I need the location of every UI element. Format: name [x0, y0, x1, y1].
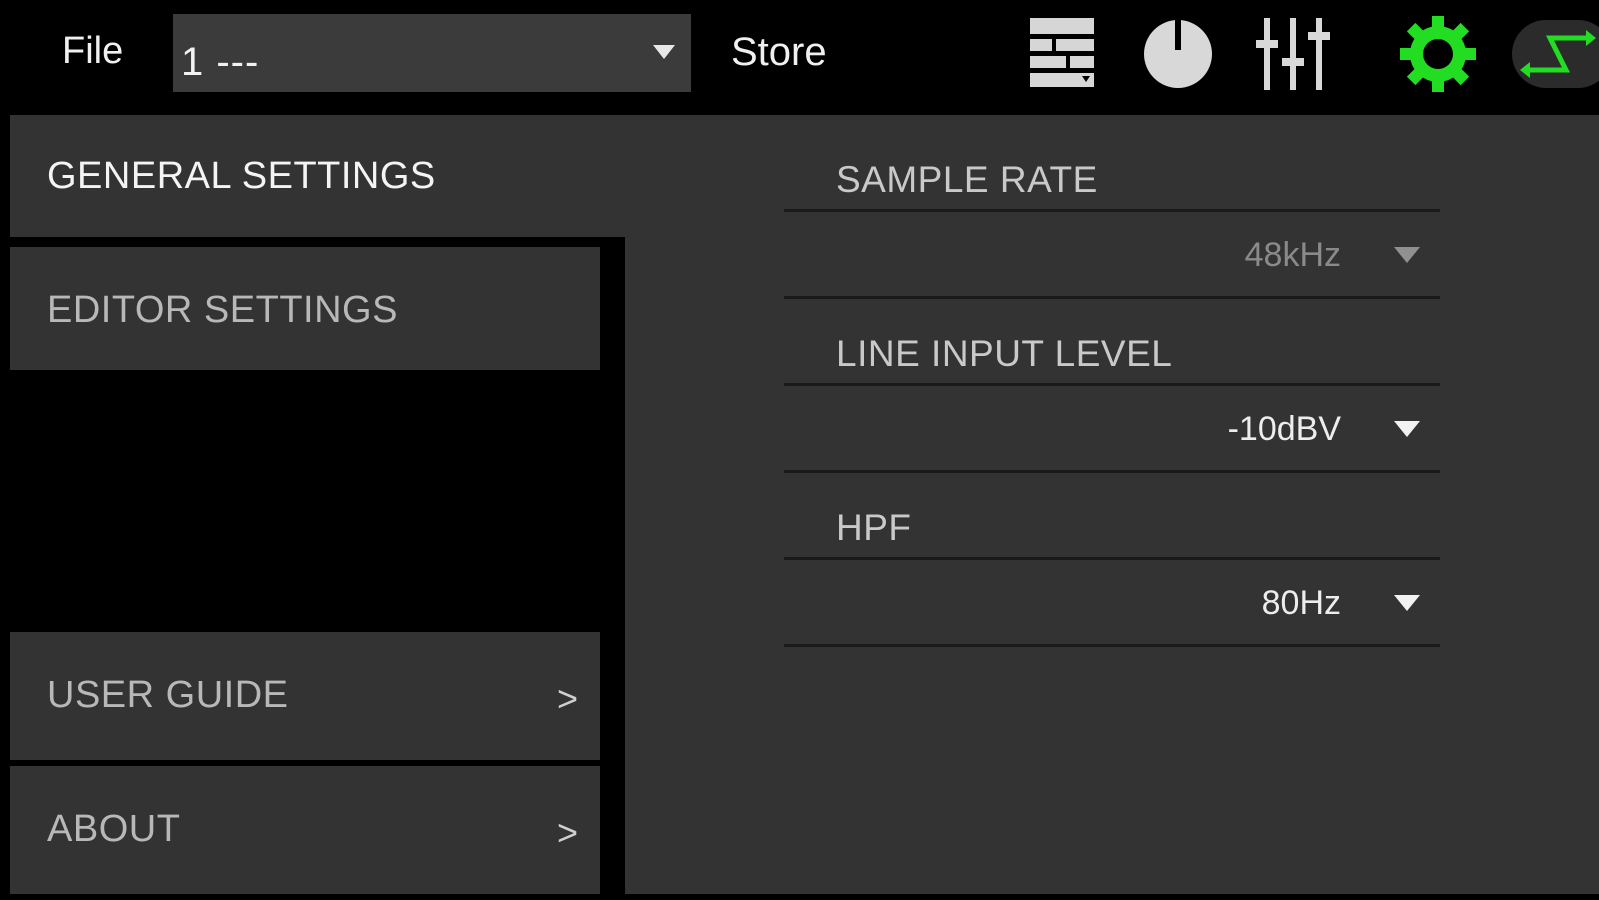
chevron-right-icon: > — [556, 678, 578, 719]
sample-rate-value: 48kHz — [1244, 236, 1341, 274]
menu-item-label: GENERAL SETTINGS — [47, 155, 436, 197]
menu-item-editor-settings[interactable]: EDITOR SETTINGS — [10, 247, 600, 370]
chevron-down-icon — [1394, 595, 1420, 611]
line-input-level-value: -10dBV — [1227, 410, 1341, 448]
menu-item-about[interactable]: ABOUT > — [10, 766, 600, 894]
menu-item-label: USER GUIDE — [47, 674, 289, 716]
scenes-icon[interactable] — [1030, 18, 1096, 88]
preset-select[interactable]: 1 --- — [173, 14, 691, 92]
connection-icon[interactable] — [1512, 20, 1599, 88]
sample-rate-select[interactable]: 48kHz — [784, 212, 1440, 299]
chevron-down-icon — [653, 45, 675, 59]
line-input-level-select[interactable]: -10dBV — [784, 386, 1440, 473]
hpf-value: 80Hz — [1261, 584, 1341, 622]
menu-item-user-guide[interactable]: USER GUIDE > — [10, 632, 600, 760]
store-button[interactable]: Store — [731, 30, 827, 75]
chevron-down-icon — [1394, 247, 1420, 263]
gear-icon[interactable] — [1398, 14, 1478, 94]
hpf-select[interactable]: 80Hz — [784, 560, 1440, 647]
setting-label: LINE INPUT LEVEL — [836, 333, 1173, 374]
setting-label: HPF — [836, 507, 912, 548]
setting-label: SAMPLE RATE — [836, 159, 1098, 200]
top-toolbar: File 1 --- Store — [0, 0, 1599, 108]
chevron-right-icon: > — [556, 812, 578, 853]
chevron-down-icon — [1394, 421, 1420, 437]
menu-item-label: EDITOR SETTINGS — [47, 289, 398, 331]
setting-label-sample-rate: SAMPLE RATE — [784, 125, 1440, 212]
setting-label-line-input-level: LINE INPUT LEVEL — [784, 299, 1440, 386]
menu-item-label: ABOUT — [47, 808, 181, 850]
file-menu-button[interactable]: File — [62, 30, 123, 73]
setting-label-hpf: HPF — [784, 473, 1440, 560]
faders-icon[interactable] — [1256, 18, 1330, 90]
preset-select-value: 1 --- — [181, 40, 260, 84]
knob-icon[interactable] — [1142, 18, 1214, 90]
